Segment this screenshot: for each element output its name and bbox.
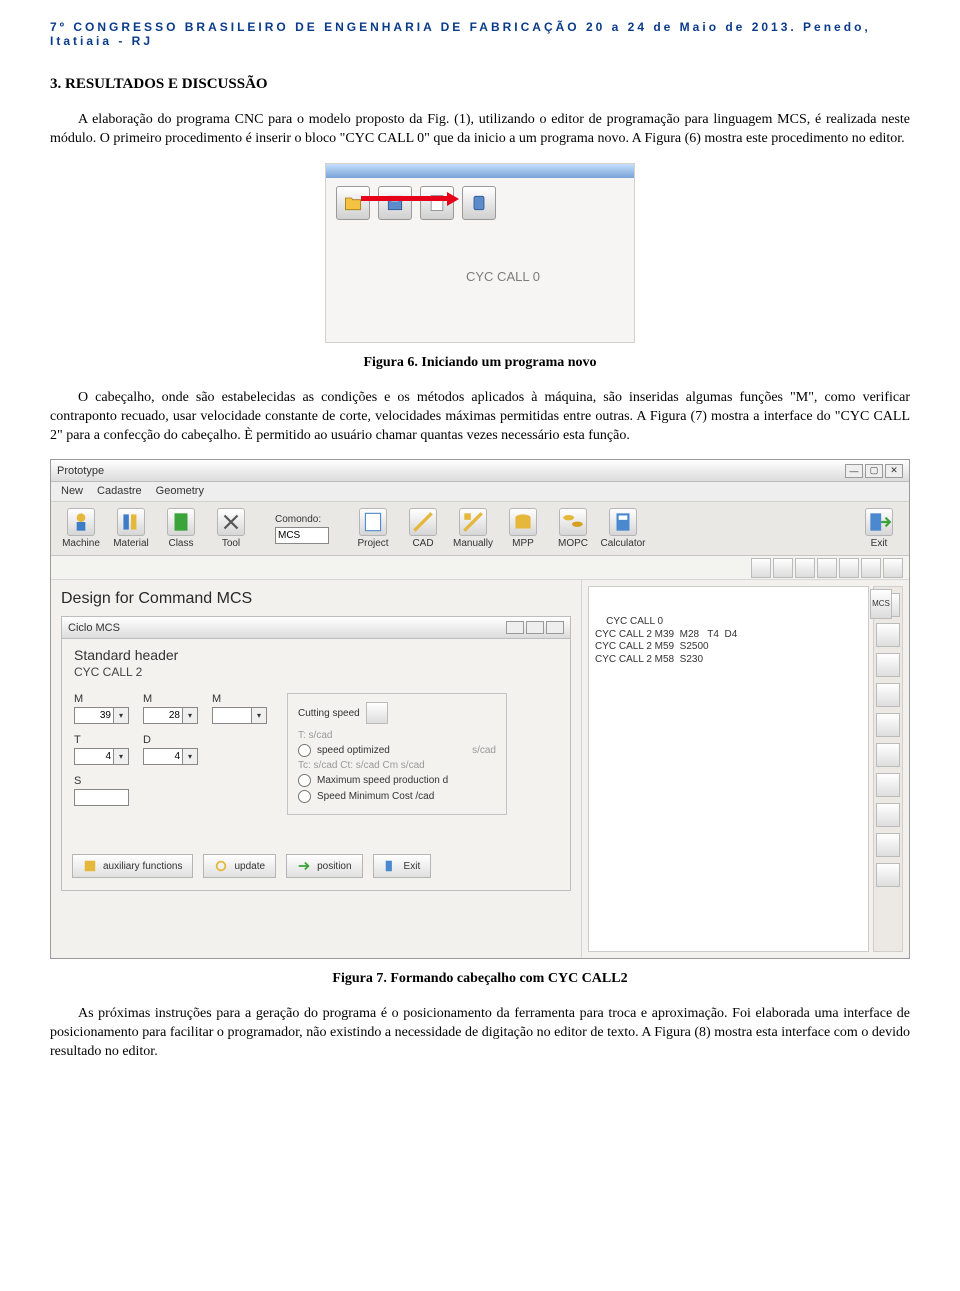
app-title: Prototype [57,465,104,477]
side-bore-icon[interactable] [876,803,900,827]
tb-class[interactable]: Class [157,508,205,549]
toolbar: Machine Material Class Tool Comondo: Pro… [51,502,909,556]
tb-cad[interactable]: CAD [399,508,447,549]
tb-project[interactable]: Project [349,508,397,549]
tb-mpp[interactable]: MPP [499,508,547,549]
side-turn-icon[interactable] [876,713,900,737]
chevron-down-icon[interactable]: ▾ [114,707,129,724]
d-input[interactable] [143,748,183,765]
tb-tool[interactable]: Tool [207,508,255,549]
max-icon[interactable]: ▢ [865,464,883,478]
side-thread-icon[interactable] [876,683,900,707]
m2-input[interactable] [143,707,183,724]
side-list-icon[interactable] [876,863,900,887]
subbar [51,556,909,580]
open-icon [336,186,370,220]
side-drill-icon[interactable] [876,773,900,797]
side-m00-icon[interactable] [876,623,900,647]
max-speed-radio[interactable] [298,774,311,787]
comando-input[interactable] [275,527,329,544]
side-cyc-icon[interactable] [876,653,900,677]
speed-opt-radio[interactable] [298,744,311,757]
sub-undo-icon[interactable] [861,558,881,578]
min-cost-radio[interactable] [298,790,311,803]
fig6-text: CYC CALL 0 [466,269,540,284]
para-3: As próximas instruções para a geração do… [50,1005,910,1062]
t-input[interactable] [74,748,114,765]
side-toolbar [873,586,903,952]
sub-open-icon[interactable] [773,558,793,578]
aux-functions-button[interactable]: auxiliary functions [72,854,193,878]
tb-machine[interactable]: Machine [57,508,105,549]
prototype-app: Prototype — ▢ ✕ New Cadastre Geometry Ma… [50,459,910,959]
tb-calculator[interactable]: Calculator [599,508,647,549]
tb-mopc[interactable]: MOPC [549,508,597,549]
titlebar: Prototype — ▢ ✕ [51,460,909,482]
page-header: 7º CONGRESSO BRASILEIRO DE ENGENHARIA DE… [50,20,910,48]
ciclo-window: Ciclo MCS Standard header CYC CALL 2 M▾ … [61,616,571,891]
chevron-down-icon[interactable]: ▾ [114,748,129,765]
menu-new[interactable]: New [61,485,83,498]
para-1: A elaboração do programa CNC para o mode… [50,111,910,149]
fig7-caption: Figura 7. Formando cabeçalho com CYC CAL… [50,971,910,987]
code-editor[interactable]: MCS CYC CALL 0 CYC CALL 2 M39 M28 T4 D4 … [588,586,869,952]
min-icon[interactable]: — [845,464,863,478]
section-title: 3. RESULTADOS E DISCUSSÃO [50,76,910,93]
sub-copy-icon[interactable] [839,558,859,578]
sub-print-icon[interactable] [795,558,815,578]
cyc-label: CYC CALL 2 [74,665,558,679]
chevron-down-icon[interactable]: ▾ [252,707,267,724]
ciclo-close-icon[interactable] [546,621,564,634]
menu-geometry[interactable]: Geometry [156,485,204,498]
side-groove-icon[interactable] [876,743,900,767]
s-input[interactable] [74,789,129,806]
menu-cadastre[interactable]: Cadastre [97,485,142,498]
position-button[interactable]: position [286,854,362,878]
ciclo-max-icon[interactable] [526,621,544,634]
tb-material[interactable]: Material [107,508,155,549]
chevron-down-icon[interactable]: ▾ [183,707,198,724]
sub-cut-icon[interactable] [817,558,837,578]
design-title: Design for Command MCS [61,590,571,608]
std-header: Standard header [74,647,558,663]
m1-input[interactable] [74,707,114,724]
ciclo-title: Ciclo MCS [68,622,120,634]
cutting-speed-box: Cutting speed T: s/cad speed optimizeds/… [287,693,507,815]
chevron-down-icon[interactable]: ▾ [183,748,198,765]
side-stock-icon[interactable] [876,833,900,857]
m3-input[interactable] [212,707,252,724]
fig6-caption: Figura 6. Iniciando um programa novo [50,355,910,371]
figure-6: CYC CALL 0 [325,163,635,343]
red-arrow [361,196,451,201]
exit-button[interactable]: Exit [373,854,432,878]
ciclo-min-icon[interactable] [506,621,524,634]
db-icon [462,186,496,220]
save-icon [378,186,412,220]
sub-new-icon[interactable] [751,558,771,578]
sub-save-icon[interactable] [883,558,903,578]
tb-manually[interactable]: Manually [449,508,497,549]
update-button[interactable]: update [203,854,276,878]
tb-exit[interactable]: Exit [855,508,903,549]
code-label: MCS [870,589,892,619]
close-icon[interactable]: ✕ [885,464,903,478]
magnify-icon[interactable] [366,702,388,724]
menubar: New Cadastre Geometry [51,482,909,502]
para-2: O cabeçalho, onde são estabelecidas as c… [50,389,910,446]
comando-field: Comondo: [275,514,329,544]
